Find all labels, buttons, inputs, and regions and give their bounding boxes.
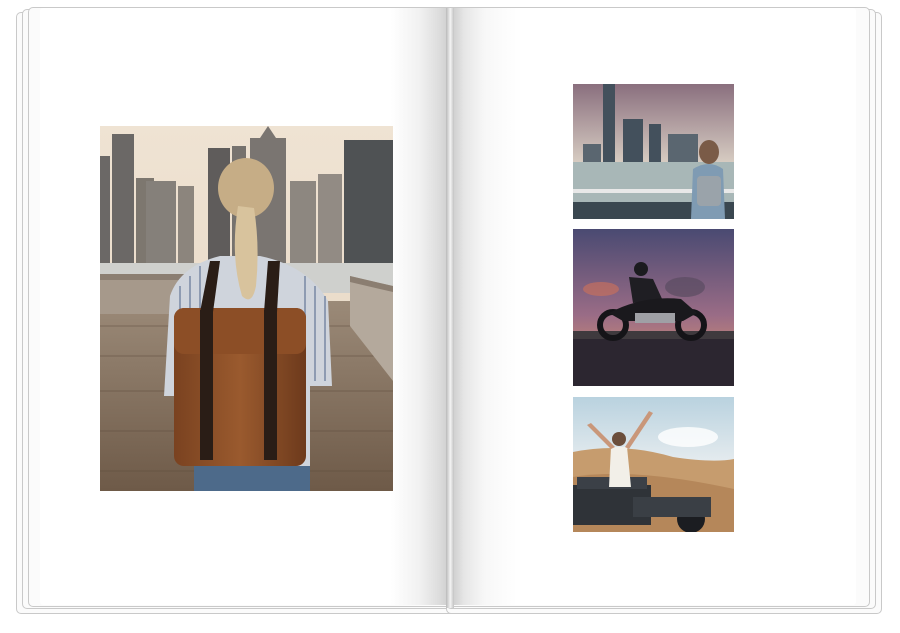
photo-city-overlook[interactable] [573,84,734,219]
photo-book-spread [0,0,900,633]
book-spine [446,8,454,608]
photo-woman-backpack[interactable] [100,126,393,491]
photo-motorcycle-sunset[interactable] [573,229,734,386]
photo-jeep-arms-raised[interactable] [573,397,734,532]
